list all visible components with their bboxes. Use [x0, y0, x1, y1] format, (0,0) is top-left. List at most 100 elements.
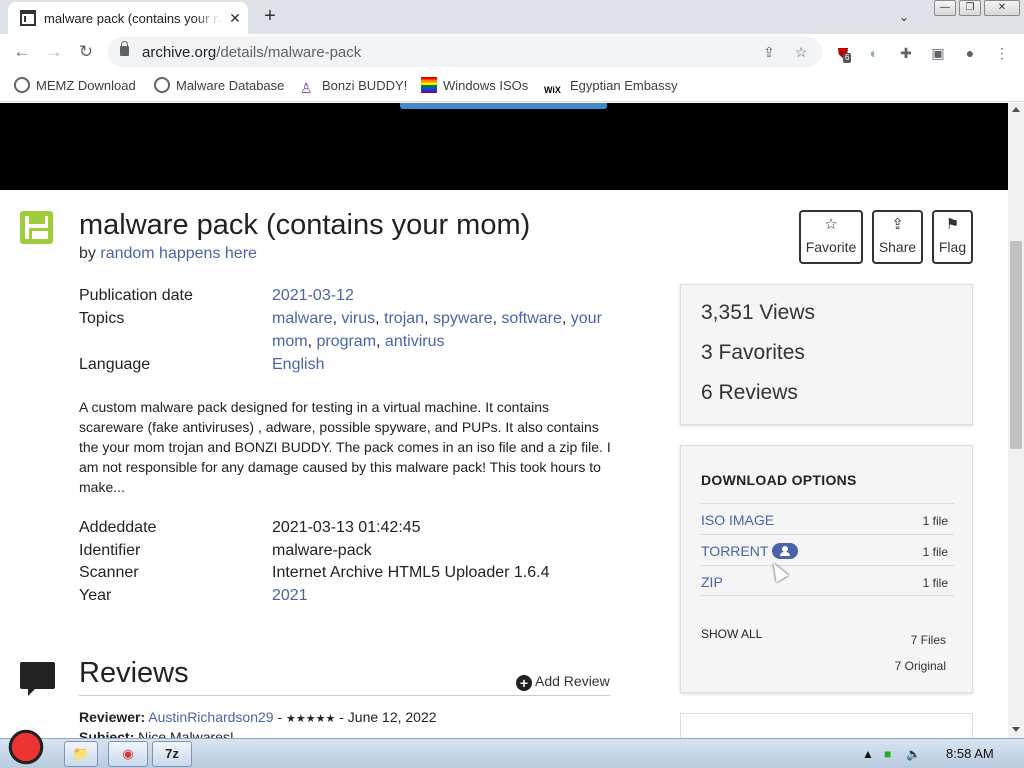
page-scrollbar[interactable]: [1008, 103, 1024, 738]
media-player-area: [0, 103, 1008, 190]
bookmark-malware-database[interactable]: Malware Database: [154, 76, 284, 96]
publication-date-link[interactable]: 2021-03-12: [272, 287, 354, 304]
bookmark-label: Windows ISOs: [443, 78, 529, 93]
back-arrow-icon[interactable]: ←: [10, 40, 34, 64]
scroll-up-arrow-icon[interactable]: [1012, 107, 1020, 112]
window-close-button[interactable]: ✕: [984, 0, 1020, 16]
show-hidden-icons-icon[interactable]: ▲: [862, 745, 874, 763]
bookmark-memz[interactable]: MEMZ Download: [14, 76, 136, 96]
share-page-icon[interactable]: ⇪: [760, 43, 778, 61]
window-controls: — ❐ ✕: [934, 0, 1024, 18]
ublock-extension-icon[interactable]: ⛊6: [833, 43, 853, 63]
flag-button[interactable]: ⚑ Flag: [932, 210, 973, 264]
forward-arrow-icon[interactable]: →: [42, 40, 66, 64]
download-zip-link[interactable]: ZIP: [701, 574, 723, 590]
divider: [79, 695, 610, 696]
globe-icon: [154, 77, 170, 93]
side-panel-icon[interactable]: ▣: [928, 43, 948, 63]
menu-kebab-icon[interactable]: ⋮: [992, 43, 1012, 63]
language-link[interactable]: English: [272, 356, 324, 373]
7zip-taskbar-button[interactable]: 7z: [152, 741, 192, 767]
scroll-down-arrow-icon[interactable]: [1012, 727, 1020, 732]
share-button[interactable]: ⇪ Share: [872, 210, 923, 264]
topics-label: Topics: [79, 310, 125, 327]
file-explorer-icon[interactable]: 📁: [64, 741, 98, 767]
address-bar[interactable]: archive.org/details/malware-pack ⇪ ☆: [108, 37, 822, 67]
topics-list: malware, virus, trojan, spyware, softwar…: [272, 310, 602, 350]
download-iso-link[interactable]: ISO IMAGE: [701, 512, 774, 528]
user-badge-icon: [772, 543, 799, 559]
bookmark-egyptian-embassy[interactable]: WiX Egyptian Embassy: [544, 76, 678, 96]
share-icon: ⇪: [891, 216, 904, 233]
show-all-link[interactable]: SHOW ALL: [701, 627, 762, 641]
new-tab-button[interactable]: +: [258, 5, 282, 29]
views-count: 3,351 Views: [701, 301, 816, 324]
favorite-label: Favorite: [805, 239, 857, 255]
torrent-label: TORRENT: [701, 543, 769, 559]
identifier-label: Identifier: [79, 542, 141, 559]
url-text[interactable]: archive.org/details/malware-pack: [142, 44, 361, 61]
star-icon: ☆: [824, 216, 838, 233]
by-prefix: by: [79, 245, 96, 262]
author-link[interactable]: random happens here: [100, 245, 257, 262]
globe-icon: [14, 77, 30, 93]
topic-link[interactable]: malware: [272, 310, 332, 327]
download-row-zip: ZIP 1 file: [701, 565, 954, 596]
topic-link[interactable]: software: [501, 310, 561, 327]
reviewer-label: Reviewer:: [79, 709, 146, 725]
bookmark-label: Malware Database: [176, 78, 285, 93]
addeddate-value: 2021-03-13 01:42:45: [272, 519, 421, 536]
extension-icon[interactable]: ◐: [864, 43, 884, 63]
angry-bird-start-icon[interactable]: [4, 729, 48, 768]
restore-button[interactable]: ❐: [959, 0, 981, 16]
player-control-bar[interactable]: [400, 103, 607, 109]
reviewer-link[interactable]: AustinRichardson29: [148, 709, 273, 725]
year-label: Year: [79, 587, 112, 604]
add-review-button[interactable]: + Add Review: [516, 673, 610, 691]
minimize-button[interactable]: —: [934, 0, 956, 16]
favorites-count: 3 Favorites: [701, 341, 805, 364]
archive-favicon-icon: [20, 10, 36, 26]
tab-search-chevron-icon[interactable]: ⌄: [894, 7, 914, 27]
volume-icon[interactable]: 🔈: [906, 745, 921, 763]
topic-link[interactable]: antivirus: [385, 333, 445, 350]
network-icon[interactable]: ■: [884, 745, 891, 763]
publication-date-label: Publication date: [79, 287, 193, 304]
bookmark-label: Egyptian Embassy: [570, 78, 678, 93]
speech-bubble-icon: [20, 662, 55, 696]
favorite-button[interactable]: ☆ Favorite: [799, 210, 863, 264]
language-label: Language: [79, 356, 151, 373]
reload-icon[interactable]: ↻: [74, 40, 98, 64]
reviews-link[interactable]: 6 Reviews: [701, 381, 798, 405]
topic-link[interactable]: spyware: [433, 310, 493, 327]
add-review-label: Add Review: [535, 673, 610, 689]
download-options-panel: DOWNLOAD OPTIONS ISO IMAGE 1 file TORREN…: [680, 445, 973, 693]
file-count: 1 file: [922, 545, 948, 559]
taskbar-clock[interactable]: 8:58 AM: [946, 746, 994, 761]
bookmark-windows-isos[interactable]: Windows ISOs: [421, 76, 528, 96]
lock-icon[interactable]: [120, 41, 129, 56]
file-count: 1 file: [922, 576, 948, 590]
item-description: A custom malware pack designed for testi…: [79, 399, 611, 495]
download-row-torrent: TORRENT 1 file: [701, 534, 954, 565]
download-torrent-link[interactable]: TORRENT: [701, 543, 799, 559]
floppy-disk-icon: [20, 211, 53, 244]
stats-panel: 3,351 Views 3 Favorites 6 Reviews: [680, 284, 973, 425]
tab-strip: malware pack (contains your mom) ✕ + ⌄ —…: [0, 0, 1024, 34]
chrome-taskbar-button[interactable]: ◉: [108, 741, 148, 767]
tab-active[interactable]: malware pack (contains your mom) ✕: [8, 2, 248, 34]
page-content: malware pack (contains your mom) by rand…: [0, 103, 1008, 738]
topic-link[interactable]: program: [316, 333, 376, 350]
scroll-thumb[interactable]: [1010, 241, 1022, 449]
bookmark-bonzi-buddy[interactable]: ♙ Bonzi BUDDY!: [300, 76, 407, 96]
puzzle-extensions-icon[interactable]: ✚: [896, 43, 916, 63]
total-files: 7 Files: [910, 633, 946, 647]
bookmark-label: Bonzi BUDDY!: [322, 78, 408, 93]
topic-link[interactable]: trojan: [384, 310, 424, 327]
tab-close-icon[interactable]: ✕: [226, 9, 244, 27]
bookmark-star-icon[interactable]: ☆: [792, 43, 810, 61]
profile-avatar-icon[interactable]: ●: [960, 43, 980, 63]
topic-link[interactable]: virus: [341, 310, 375, 327]
year-link[interactable]: 2021: [272, 587, 308, 604]
plus-circle-icon: +: [516, 675, 532, 691]
